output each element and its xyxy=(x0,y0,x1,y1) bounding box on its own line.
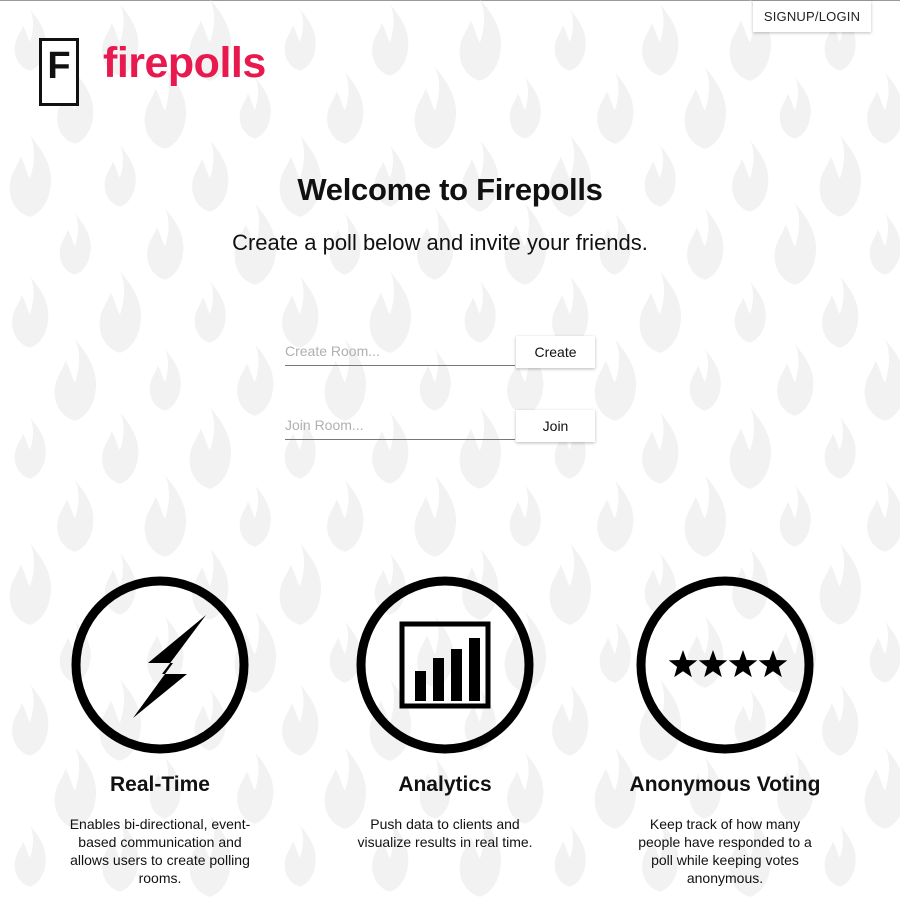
flame-icon xyxy=(824,825,856,887)
flame-icon xyxy=(734,281,766,343)
flame-icon xyxy=(99,271,142,353)
lightning-bolt-icon xyxy=(71,576,249,754)
flame-icon xyxy=(239,485,271,547)
flame-icon xyxy=(824,417,856,479)
flame-icon xyxy=(237,344,274,416)
flame-icon xyxy=(14,417,46,479)
flame-icon xyxy=(867,72,900,144)
flame-icon xyxy=(189,407,232,489)
create-room-input[interactable] xyxy=(285,337,515,366)
flame-icon xyxy=(597,480,634,552)
flame-icon xyxy=(149,349,181,411)
flame-icon xyxy=(509,77,541,139)
signup-login-button[interactable]: SIGNUP/LOGIN xyxy=(753,1,871,32)
feature-description: Enables bi-directional, event-based comm… xyxy=(69,816,251,886)
feature-anonymous-voting: Anonymous Voting Keep track of how many … xyxy=(625,575,825,887)
create-room-button[interactable]: Create xyxy=(516,336,595,368)
page-subtitle: Create a poll below and invite your frie… xyxy=(232,230,648,255)
flame-icon xyxy=(372,4,409,76)
flame-icon xyxy=(327,72,364,144)
page-title: Welcome to Firepolls xyxy=(297,172,603,207)
flame-icon xyxy=(822,684,859,756)
flame-icon xyxy=(509,485,541,547)
stars-icon xyxy=(636,576,814,754)
flame-icon xyxy=(57,480,94,552)
logo-letter: F xyxy=(47,45,71,87)
flame-icon xyxy=(729,407,772,489)
logo: F xyxy=(39,38,79,106)
flame-icon xyxy=(689,349,721,411)
brand-name: firepolls xyxy=(103,39,266,87)
flame-icon xyxy=(594,339,637,421)
flame-icon xyxy=(779,77,811,139)
flame-icon xyxy=(864,747,900,829)
flame-icon xyxy=(554,9,586,71)
feature-description: Push data to clients and visualize resul… xyxy=(357,816,533,850)
flame-icon xyxy=(822,276,859,348)
flame-icon xyxy=(684,67,727,149)
flame-icon xyxy=(12,684,49,756)
flame-icon xyxy=(12,276,49,348)
flame-icon xyxy=(869,621,900,683)
flame-icon xyxy=(642,4,679,76)
feature-analytics: Analytics Push data to clients and visua… xyxy=(345,575,545,851)
flame-icon xyxy=(414,67,457,149)
feature-description: Keep track of how many people have respo… xyxy=(638,816,812,886)
flame-icon xyxy=(327,480,364,552)
flame-icon xyxy=(684,475,727,557)
logo-box: F xyxy=(39,38,79,106)
feature-title: Analytics xyxy=(398,773,492,796)
flame-icon xyxy=(459,0,502,81)
flame-icon xyxy=(642,412,679,484)
join-room-button[interactable]: Join xyxy=(516,410,595,442)
flame-icon xyxy=(552,684,589,756)
flame-icon xyxy=(597,72,634,144)
flame-icon xyxy=(414,475,457,557)
flame-icon xyxy=(9,543,52,625)
flame-icon xyxy=(284,825,316,887)
flame-icon xyxy=(867,480,900,552)
flame-icon xyxy=(864,339,900,421)
flame-icon xyxy=(549,543,592,625)
star-icon xyxy=(728,650,758,678)
flame-icon xyxy=(639,271,682,353)
flame-icon xyxy=(144,475,187,557)
flame-icon xyxy=(54,339,97,421)
flame-icon xyxy=(282,684,319,756)
flame-icon xyxy=(819,543,862,625)
flame-icon xyxy=(554,825,586,887)
join-room-input[interactable] xyxy=(285,411,515,440)
feature-title: Anonymous Voting xyxy=(629,773,821,796)
bar-chart-icon xyxy=(356,576,534,754)
flame-icon xyxy=(464,281,496,343)
feature-title: Real-Time xyxy=(110,773,210,796)
flame-icon xyxy=(777,344,814,416)
flame-icon xyxy=(194,281,226,343)
flame-icon xyxy=(14,825,46,887)
flame-icon xyxy=(284,9,316,71)
flame-icon xyxy=(279,543,322,625)
star-icon xyxy=(668,650,698,678)
feature-real-time: Real-Time Enables bi-directional, event-… xyxy=(60,575,260,887)
star-icon xyxy=(758,650,788,678)
star-icon xyxy=(698,650,728,678)
flame-icon xyxy=(779,485,811,547)
flame-icon xyxy=(102,412,139,484)
